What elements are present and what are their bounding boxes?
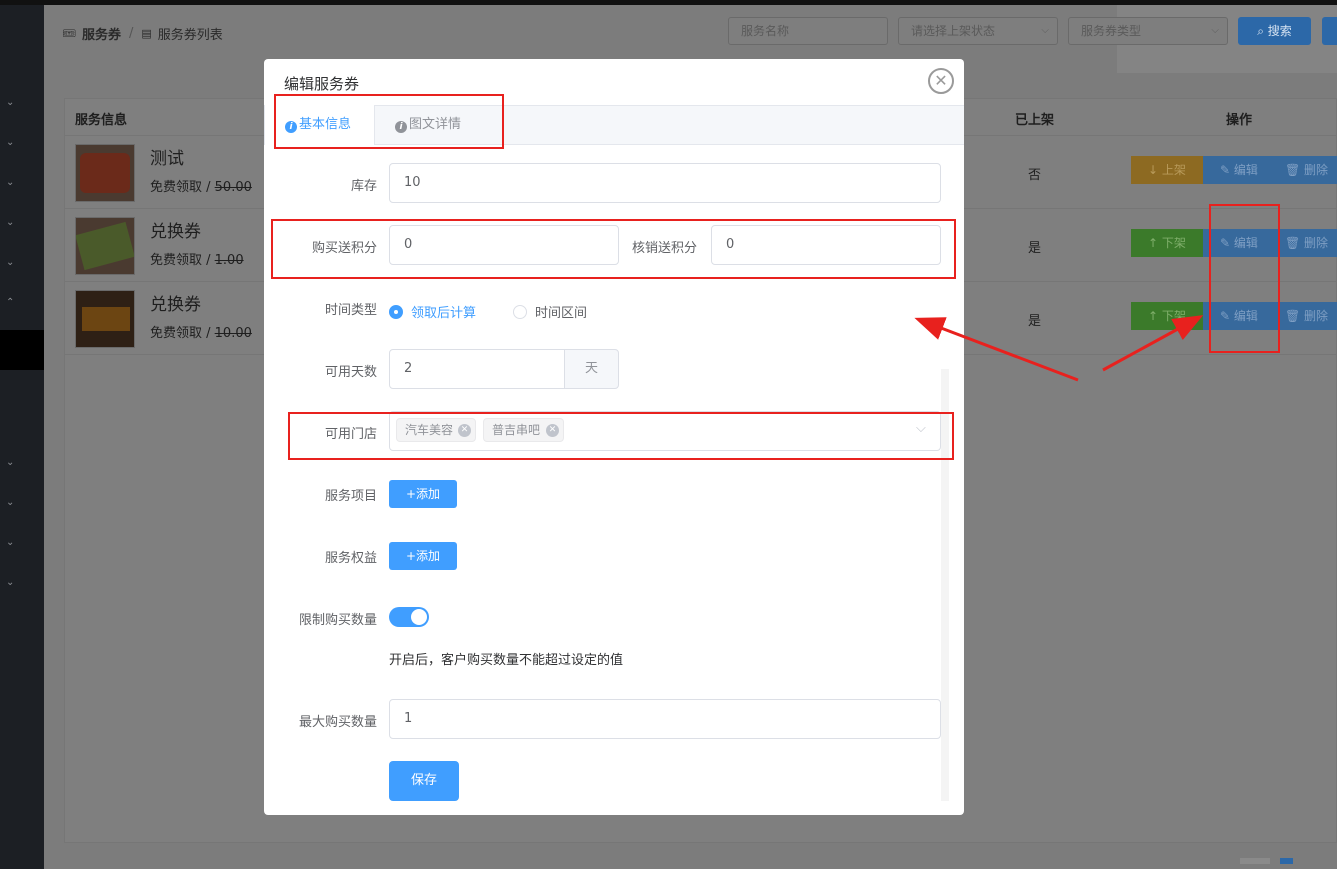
save-button[interactable]: 保存 <box>389 761 459 801</box>
delete-button[interactable]: 🗑 删除 <box>1275 156 1337 184</box>
max-quantity-input[interactable]: 1 <box>389 699 941 739</box>
ticket-icon: 🎟 <box>62 26 76 40</box>
unshelve-button[interactable]: ↑ 下架 <box>1131 302 1203 330</box>
chevron-down-icon[interactable]: ⌄ <box>6 98 18 108</box>
sidebar-active-item[interactable] <box>0 330 44 370</box>
product-name: 兑换券 <box>150 295 201 315</box>
product-image <box>75 217 135 275</box>
shelved-status: 否 <box>1028 168 1042 183</box>
unshelve-button[interactable]: ↑ 下架 <box>1131 229 1203 257</box>
shelf-status-select[interactable]: 请选择上架状态 ⌵ <box>898 17 1058 45</box>
limit-tip: 开启后，客户购买数量不能超过设定的值 <box>389 653 624 668</box>
breadcrumb-root[interactable]: 服务券 <box>82 24 121 43</box>
chevron-down-icon[interactable]: ⌄ <box>6 218 18 228</box>
chevron-down-icon[interactable]: ⌄ <box>6 138 18 148</box>
product-name: 兑换券 <box>150 222 201 242</box>
stock-input[interactable]: 10 <box>389 163 941 203</box>
list-icon: ▤ <box>141 26 152 40</box>
limit-switch[interactable] <box>389 607 429 627</box>
days-input[interactable]: 2 <box>389 349 565 389</box>
product-price: 免费领取 / 1.00 <box>150 253 244 268</box>
annotation-box-edit <box>1209 204 1280 353</box>
delete-button[interactable]: 🗑 删除 <box>1275 302 1337 330</box>
dialog-title: 编辑服务券 <box>284 75 360 93</box>
shelved-status: 是 <box>1028 241 1042 256</box>
days-unit: 天 <box>564 349 619 389</box>
header-service-info: 服务信息 <box>75 113 128 128</box>
max-label: 最大购买数量 <box>298 715 377 730</box>
annotation-box-stores <box>288 412 954 460</box>
radio-time-range[interactable]: 时间区间 <box>513 302 587 321</box>
chevron-down-icon: ⌵ <box>1211 25 1219 36</box>
chevron-down-icon[interactable]: ⌄ <box>6 458 18 468</box>
shelved-status: 是 <box>1028 314 1042 329</box>
product-price: 免费领取 / 10.00 <box>150 326 252 341</box>
search-button[interactable]: ⌕ 搜索 <box>1238 17 1311 45</box>
chevron-down-icon[interactable]: ⌄ <box>6 538 18 548</box>
pagination-current[interactable] <box>1280 858 1293 864</box>
breadcrumb-separator: / <box>128 25 134 41</box>
product-image <box>75 290 135 348</box>
product-name: 测试 <box>150 149 184 169</box>
chevron-down-icon[interactable]: ⌄ <box>6 258 18 268</box>
benefits-label: 服务权益 <box>324 551 377 566</box>
breadcrumb: 🎟 服务券 / ▤ 服务券列表 <box>62 23 223 43</box>
items-label: 服务项目 <box>324 489 377 504</box>
radio-after-claim[interactable]: 领取后计算 <box>389 302 476 321</box>
sidebar: ⌄ ⌄ ⌄ ⌄ ⌄ ⌃ ⌄ ⌄ ⌄ ⌄ <box>0 5 44 869</box>
service-name-input[interactable]: 服务名称 <box>728 17 888 45</box>
days-label: 可用天数 <box>324 365 377 380</box>
radio-dot <box>389 304 403 319</box>
radio-dot <box>513 304 527 319</box>
edit-button[interactable]: ✎ 编辑 <box>1203 156 1275 184</box>
chevron-down-icon: ⌵ <box>1041 25 1049 36</box>
stock-label: 库存 <box>350 179 377 194</box>
header-actions: 操作 <box>1226 113 1253 128</box>
shelve-button[interactable]: ↓ 上架 <box>1131 156 1203 184</box>
chevron-up-icon[interactable]: ⌃ <box>6 298 18 308</box>
product-image <box>75 144 135 202</box>
breadcrumb-current: 服务券列表 <box>157 27 223 43</box>
close-icon[interactable]: ✕ <box>928 68 954 94</box>
coupon-type-select[interactable]: 服务券类型 ⌵ <box>1068 17 1228 45</box>
time-type-label: 时间类型 <box>324 303 377 318</box>
add-benefit-button[interactable]: +添加 <box>389 542 457 570</box>
header-shelved: 已上架 <box>1015 113 1055 128</box>
annotation-box-tabs <box>274 94 504 149</box>
chevron-down-icon[interactable]: ⌄ <box>6 178 18 188</box>
product-price: 免费领取 / 50.00 <box>150 180 252 195</box>
annotation-box-points <box>271 219 956 279</box>
chevron-down-icon[interactable]: ⌄ <box>6 578 18 588</box>
delete-button[interactable]: 🗑 删除 <box>1275 229 1337 257</box>
add-button[interactable] <box>1322 17 1337 45</box>
search-icon: ⌕ <box>1257 24 1268 38</box>
chevron-down-icon[interactable]: ⌄ <box>6 498 18 508</box>
add-item-button[interactable]: +添加 <box>389 480 457 508</box>
pagination-prev[interactable] <box>1240 858 1270 864</box>
limit-label: 限制购买数量 <box>298 613 377 628</box>
